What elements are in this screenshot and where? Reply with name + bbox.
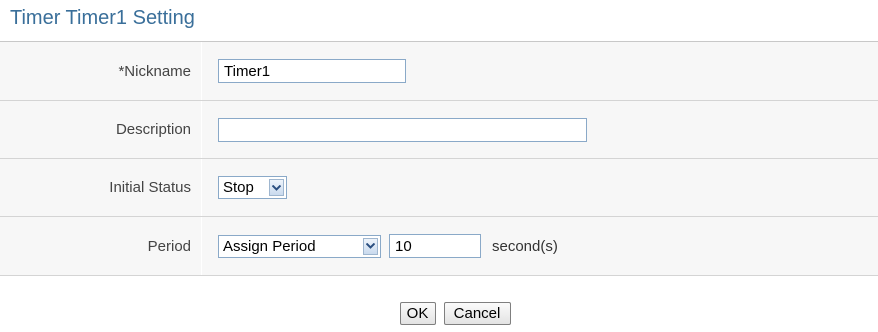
period-value-cell: Assign Period second(s)	[201, 217, 878, 275]
settings-form: *Nickname Description Initial Status Sto…	[0, 42, 878, 276]
form-row-initial-status: Initial Status Stop	[0, 159, 878, 217]
form-row-period: Period Assign Period second(s)	[0, 217, 878, 276]
form-row-description: Description	[0, 101, 878, 159]
period-mode-selected-value: Assign Period	[223, 237, 316, 255]
description-label: Description	[0, 101, 201, 158]
nickname-input[interactable]	[218, 59, 406, 83]
ok-button[interactable]: OK	[399, 302, 436, 325]
chevron-down-icon[interactable]	[269, 179, 284, 196]
initial-status-select[interactable]: Stop	[218, 176, 287, 199]
period-label: Period	[0, 217, 201, 275]
chevron-down-icon[interactable]	[363, 237, 378, 255]
nickname-value-cell	[201, 42, 878, 100]
form-row-nickname: *Nickname	[0, 42, 878, 101]
button-row: OK Cancel	[0, 302, 878, 332]
period-value-input[interactable]	[389, 234, 481, 258]
title-bar: Timer Timer1 Setting	[0, 0, 878, 42]
cancel-button[interactable]: Cancel	[443, 302, 511, 325]
page-title: Timer Timer1 Setting	[10, 7, 195, 29]
description-input[interactable]	[218, 117, 587, 142]
initial-status-value-cell: Stop	[201, 159, 878, 216]
nickname-label: *Nickname	[0, 42, 201, 100]
description-value-cell	[201, 101, 878, 158]
period-mode-select[interactable]: Assign Period	[218, 234, 381, 258]
period-unit-label: second(s)	[492, 237, 558, 255]
initial-status-label: Initial Status	[0, 159, 201, 216]
initial-status-selected-value: Stop	[223, 179, 254, 196]
